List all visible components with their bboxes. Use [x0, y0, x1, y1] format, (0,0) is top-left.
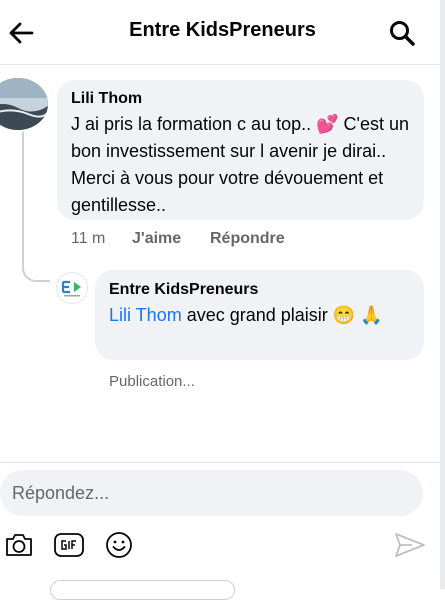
reply-text: Lili Thom avec grand plaisir 😁 🙏: [109, 302, 410, 328]
comment-author[interactable]: Lili Thom: [71, 89, 410, 109]
gif-button[interactable]: [52, 528, 86, 562]
bottom-pill: [50, 580, 235, 600]
like-button[interactable]: J'aime: [132, 230, 210, 248]
send-icon: [395, 533, 425, 557]
reply-input[interactable]: Répondez...: [0, 470, 423, 516]
avatar[interactable]: [0, 78, 48, 130]
scroll-edge: [440, 0, 445, 589]
reply-connector: [22, 260, 50, 282]
emoji-button[interactable]: [104, 528, 134, 562]
header-divider: [0, 64, 445, 65]
landscape-photo: [0, 78, 48, 130]
search-icon: [390, 21, 415, 46]
camera-button[interactable]: [3, 528, 35, 562]
comment-text: J ai pris la formation c au top.. 💕 C'es…: [71, 114, 409, 215]
reply-bubble[interactable]: Entre KidsPreneurs Lili Thom avec grand …: [95, 270, 424, 360]
publishing-status: Publication...: [109, 373, 195, 390]
composer-divider: [0, 462, 445, 463]
send-button[interactable]: [393, 528, 427, 562]
mention-link[interactable]: Lili Thom: [109, 305, 182, 325]
search-button[interactable]: [385, 16, 419, 50]
reply-body: avec grand plaisir 😁 🙏: [181, 305, 383, 325]
top-bar: Entre KidsPreneurs: [0, 0, 445, 64]
reply-author[interactable]: Entre KidsPreneurs: [109, 280, 410, 300]
page-avatar[interactable]: [56, 272, 88, 304]
thread-line: [22, 132, 24, 262]
page-logo-icon: [58, 274, 86, 302]
reply-button[interactable]: Répondre: [210, 230, 285, 248]
page-title: Entre KidsPreneurs: [129, 19, 316, 41]
emoji-icon: [106, 532, 132, 558]
camera-icon: [6, 534, 32, 556]
comment-bubble[interactable]: Lili Thom J ai pris la formation c au to…: [57, 80, 424, 220]
gif-icon: [54, 533, 84, 557]
comment-time: 11 m: [71, 230, 106, 247]
comment-actions: 11 m J'aime Répondre: [71, 230, 285, 248]
